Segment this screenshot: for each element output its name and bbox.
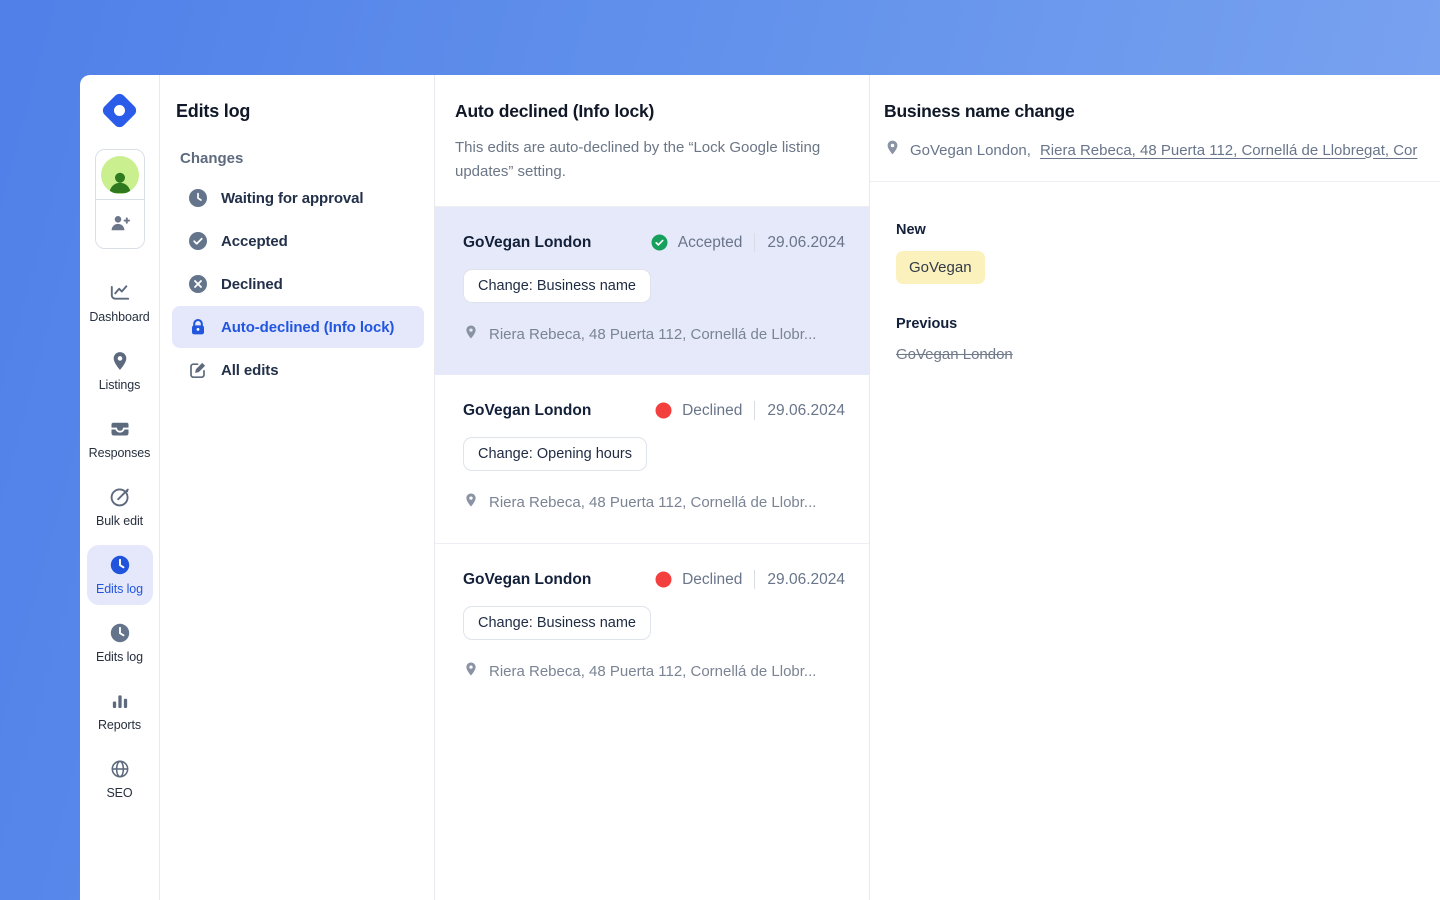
edit-card[interactable]: GoVegan London Declined 29.06.2024 Chang… [435, 375, 869, 544]
previous-value-strikethrough: GoVegan London [896, 346, 1414, 363]
change-type-chip: Change: Opening hours [463, 437, 647, 471]
status-group: Declined 29.06.2024 [655, 401, 845, 420]
icon-sidebar: Dashboard Listings Responses [80, 75, 160, 900]
previous-label: Previous [896, 316, 1414, 332]
filter-label: Waiting for approval [221, 190, 363, 207]
sidebar-item-seo[interactable]: SEO [87, 749, 153, 809]
clock-icon [108, 553, 132, 577]
sidebar-label: Reports [98, 718, 141, 732]
app-window: Dashboard Listings Responses [80, 75, 1440, 900]
filter-declined[interactable]: Declined [172, 263, 424, 305]
map-pin-icon [109, 349, 131, 373]
filter-label: Auto-declined (Info lock) [221, 319, 394, 336]
map-pin-icon [463, 661, 479, 682]
change-type-chip: Change: Business name [463, 269, 651, 303]
edit-date: 29.06.2024 [767, 402, 845, 420]
pencil-circle-icon [108, 485, 132, 509]
map-pin-icon [463, 324, 479, 345]
line-chart-icon [108, 281, 132, 305]
map-pin-icon [884, 139, 901, 161]
auto-declined-list-panel: Auto declined (Info lock) This edits are… [435, 75, 870, 900]
detail-body: New GoVegan Previous GoVegan London [870, 182, 1440, 363]
x-circle-icon [188, 274, 208, 294]
filter-label: All edits [221, 362, 278, 379]
separator [754, 401, 755, 420]
filter-accepted[interactable]: Accepted [172, 220, 424, 262]
filter-auto-declined-info-lock[interactable]: Auto-declined (Info lock) [172, 306, 424, 348]
desktop-background: Dashboard Listings Responses [0, 0, 1440, 900]
change-type-chip: Change: Business name [463, 606, 651, 640]
lock-icon [188, 317, 208, 337]
sidebar-label: Listings [99, 378, 141, 392]
sidebar-label: Edits log [96, 582, 143, 596]
sidebar-label: Dashboard [89, 310, 149, 324]
filter-waiting-for-approval[interactable]: Waiting for approval [172, 177, 424, 219]
bar-chart-icon [109, 689, 131, 713]
add-user-button[interactable] [96, 199, 144, 248]
changes-section-label: Changes [180, 150, 434, 167]
filter-label: Declined [221, 276, 283, 293]
filter-label: Accepted [221, 233, 288, 250]
location-address-link[interactable]: Riera Rebeca, 48 Puerta 112, Cornellá de… [1040, 142, 1417, 159]
status-group: Declined 29.06.2024 [655, 570, 845, 589]
address-text: Riera Rebeca, 48 Puerta 112, Cornellá de… [489, 326, 816, 343]
new-label: New [896, 222, 1414, 238]
change-detail-panel: Business name change GoVegan London, Rie… [870, 75, 1440, 900]
sidebar-label: Responses [89, 446, 151, 460]
sidebar-label: Edits log [96, 650, 143, 664]
filter-all-edits[interactable]: All edits [172, 349, 424, 391]
sidebar-item-edits-log-2[interactable]: Edits log [87, 613, 153, 673]
sidebar-item-reports[interactable]: Reports [87, 681, 153, 741]
primary-nav: Dashboard Listings Responses [87, 273, 153, 817]
panel-title: Edits log [176, 101, 434, 122]
sidebar-item-dashboard[interactable]: Dashboard [87, 273, 153, 333]
sidebar-item-responses[interactable]: Responses [87, 409, 153, 469]
status-text: Declined [682, 571, 742, 589]
globe-icon [109, 757, 131, 781]
edit-date: 29.06.2024 [767, 571, 845, 589]
separator [754, 233, 755, 252]
detail-header: Business name change GoVegan London, Rie… [870, 75, 1440, 182]
check-circle-icon [188, 231, 208, 251]
separator [754, 570, 755, 589]
status-text: Declined [682, 402, 742, 420]
logo-diamond-icon [100, 91, 138, 129]
status-group: Accepted 29.06.2024 [651, 233, 845, 252]
edit-square-icon [188, 360, 208, 380]
red-dot-icon [655, 571, 672, 588]
red-dot-icon [655, 402, 672, 419]
profile-group [95, 149, 145, 249]
sidebar-item-edits-log[interactable]: Edits log [87, 545, 153, 605]
edit-card[interactable]: GoVegan London Accepted 29.06.2024 Chang… [435, 207, 869, 375]
detail-title: Business name change [884, 101, 1440, 122]
user-avatar[interactable] [96, 150, 144, 199]
list-panel-header: Auto declined (Info lock) This edits are… [435, 75, 869, 206]
check-circle-icon [651, 234, 668, 251]
list-panel-title: Auto declined (Info lock) [455, 101, 845, 122]
sidebar-item-listings[interactable]: Listings [87, 341, 153, 401]
map-pin-icon [463, 492, 479, 513]
new-value-highlight: GoVegan [896, 251, 985, 284]
clock-circle-icon [188, 188, 208, 208]
address-text: Riera Rebeca, 48 Puerta 112, Cornellá de… [489, 494, 816, 511]
business-name: GoVegan London [463, 402, 591, 420]
inbox-icon [108, 417, 132, 441]
app-logo[interactable] [101, 91, 139, 129]
edit-card[interactable]: GoVegan London Declined 29.06.2024 Chang… [435, 544, 869, 712]
avatar-person-icon [101, 156, 139, 194]
location-name: GoVegan London, [910, 142, 1031, 159]
edit-date: 29.06.2024 [767, 234, 845, 252]
add-user-icon [108, 211, 132, 238]
business-name: GoVegan London [463, 571, 591, 589]
business-name: GoVegan London [463, 234, 591, 252]
clock-icon [108, 621, 132, 645]
edits-log-panel: Edits log Changes Waiting for approval A… [160, 75, 435, 900]
sidebar-label: SEO [106, 786, 132, 800]
sidebar-label: Bulk edit [96, 514, 143, 528]
status-text: Accepted [678, 234, 743, 252]
address-text: Riera Rebeca, 48 Puerta 112, Cornellá de… [489, 663, 816, 680]
list-panel-description: This edits are auto-declined by the “Loc… [455, 136, 845, 184]
sidebar-item-bulk-edit[interactable]: Bulk edit [87, 477, 153, 537]
edit-card-list: GoVegan London Accepted 29.06.2024 Chang… [435, 206, 869, 712]
